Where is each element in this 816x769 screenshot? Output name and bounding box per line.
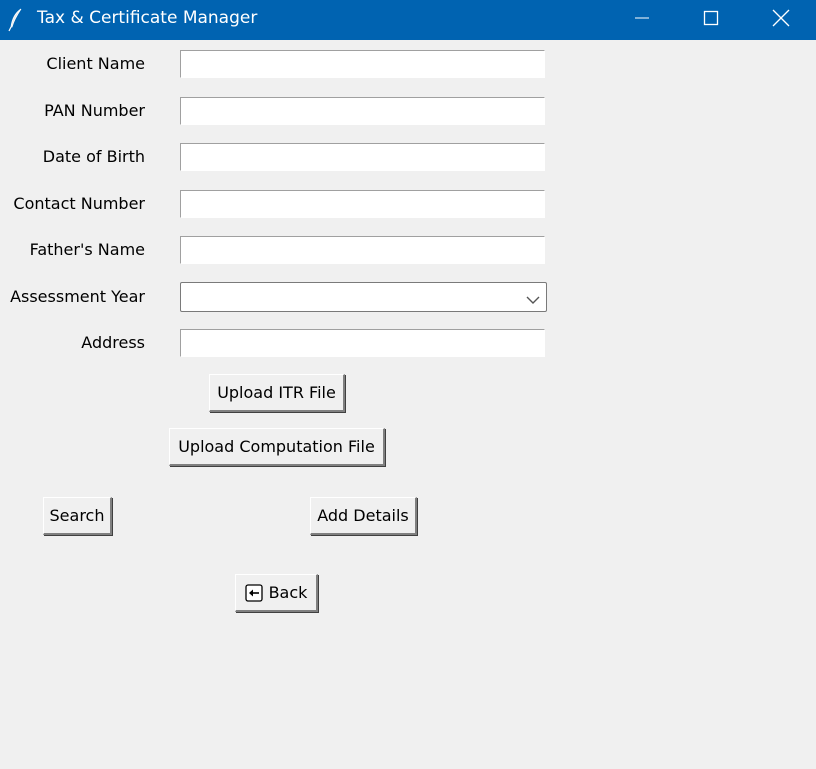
father-name-label: Father's Name	[29, 240, 145, 259]
search-label: Search	[49, 506, 105, 525]
address-label: Address	[81, 333, 145, 352]
close-icon	[772, 9, 790, 31]
client-name-label: Client Name	[46, 54, 145, 73]
assessment-year-label: Assessment Year	[10, 287, 145, 306]
feather-icon	[8, 8, 24, 32]
add-details-label: Add Details	[317, 506, 409, 525]
contact-number-label: Contact Number	[13, 194, 145, 213]
close-button[interactable]	[758, 0, 804, 40]
title-bar: Tax & Certificate Manager	[0, 0, 816, 40]
search-button[interactable]: Search	[43, 497, 112, 535]
dob-label: Date of Birth	[42, 147, 145, 166]
upload-computation-label: Upload Computation File	[178, 437, 375, 456]
add-details-button[interactable]: Add Details	[310, 497, 417, 535]
back-label: Back	[268, 583, 308, 602]
contact-number-field[interactable]	[180, 190, 545, 218]
back-arrow-icon	[244, 583, 263, 602]
dob-field[interactable]	[180, 143, 545, 171]
maximize-icon	[703, 10, 719, 30]
address-field[interactable]	[180, 329, 545, 357]
chevron-down-icon[interactable]	[526, 291, 540, 304]
upload-computation-button[interactable]: Upload Computation File	[169, 428, 385, 466]
father-name-field[interactable]	[180, 236, 545, 264]
upload-itr-button[interactable]: Upload ITR File	[209, 374, 345, 412]
pan-number-label: PAN Number	[44, 101, 145, 120]
minimize-button[interactable]	[619, 0, 665, 40]
pan-number-field[interactable]	[180, 97, 545, 125]
window-title: Tax & Certificate Manager	[37, 8, 258, 28]
upload-itr-label: Upload ITR File	[217, 383, 336, 402]
minimize-icon	[634, 10, 650, 30]
assessment-year-dropdown[interactable]	[180, 282, 547, 312]
maximize-button[interactable]	[688, 0, 734, 40]
back-button[interactable]: Back	[235, 574, 318, 612]
client-name-field[interactable]	[180, 50, 545, 78]
